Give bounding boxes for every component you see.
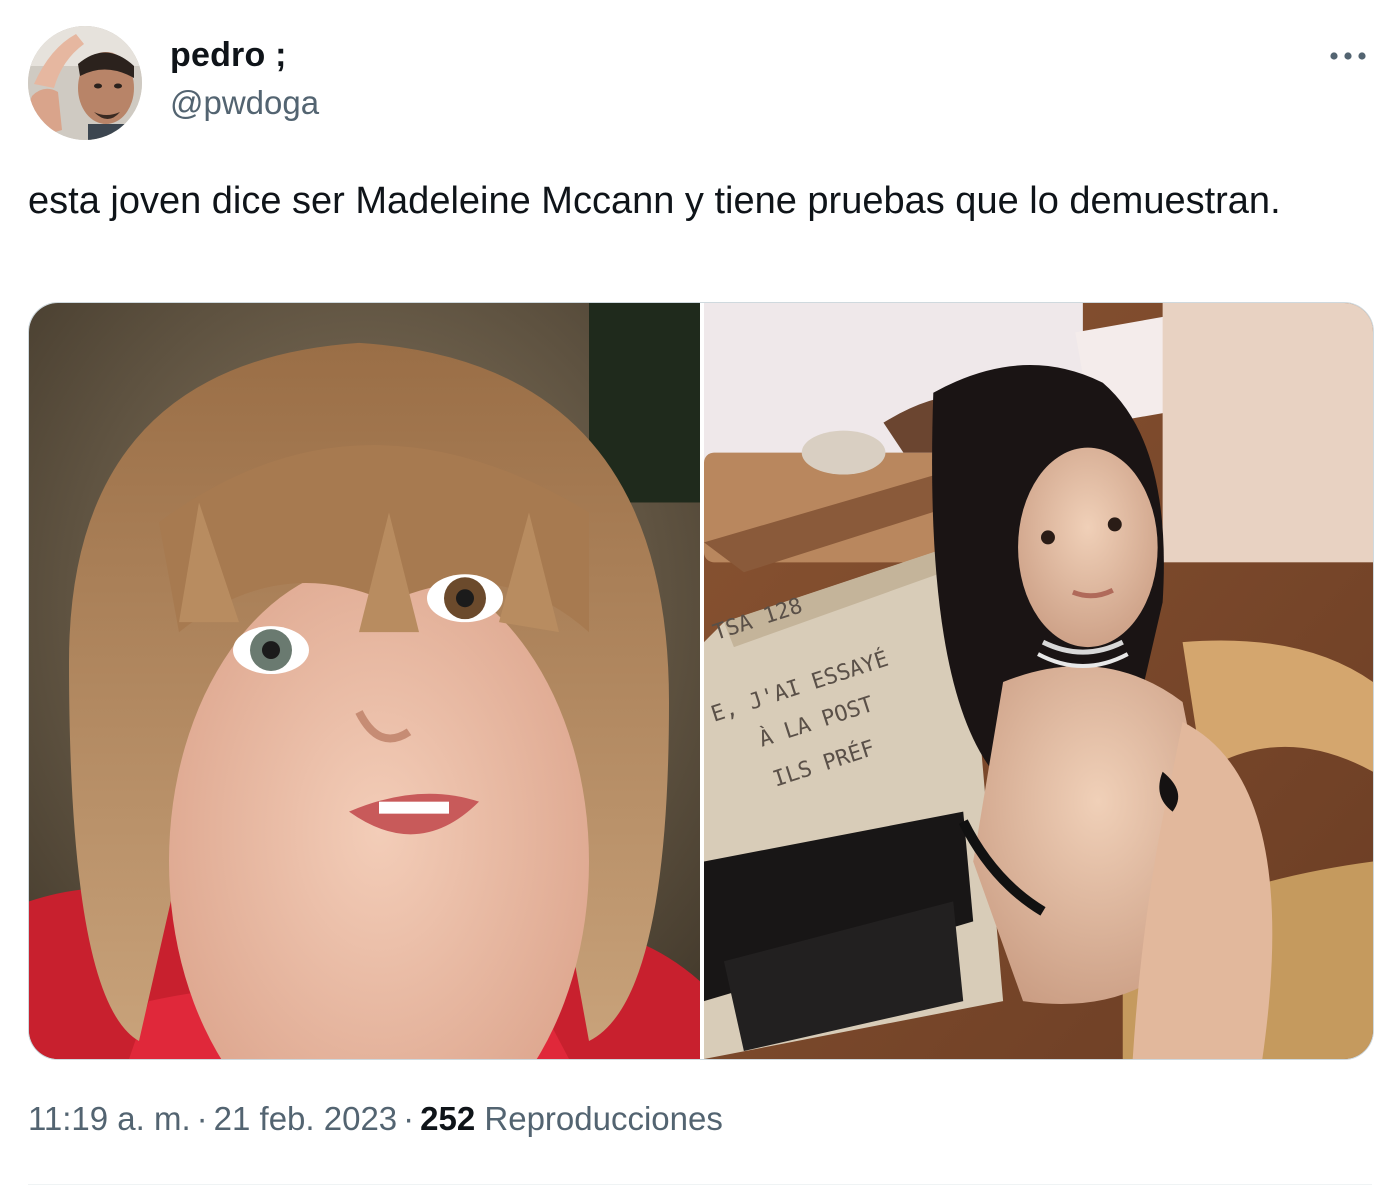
meta-separator: · <box>196 1100 208 1137</box>
tweet-time: 11:19 a. m. <box>28 1100 191 1137</box>
media-grid: TSA 128 E, J'AI ESSAYÉ À LA POST ILS PRÉ… <box>28 302 1374 1060</box>
media-photo-1[interactable] <box>29 303 700 1059</box>
author-display-name[interactable]: pedro ; <box>170 36 287 75</box>
views-count: 252 <box>420 1100 476 1137</box>
meta-separator: · <box>403 1100 415 1137</box>
media-photo-2[interactable]: TSA 128 E, J'AI ESSAYÉ À LA POST ILS PRÉ… <box>704 303 1373 1059</box>
more-options-button[interactable] <box>1324 36 1372 76</box>
tweet-text: esta joven dice ser Madeleine Mccann y t… <box>28 180 1281 222</box>
more-horizontal-icon <box>1330 52 1366 60</box>
tweet-date: 21 feb. 2023 <box>213 1100 398 1137</box>
author-avatar[interactable] <box>28 26 142 140</box>
tweet-meta: 11:19 a. m. · 21 feb. 2023 · 252 Reproduccio… <box>28 1100 723 1138</box>
tweet-time-link[interactable]: 11:19 a. m. · 21 feb. 2023 <box>28 1100 397 1137</box>
views-label: Reproducciones <box>484 1100 723 1137</box>
divider <box>28 1184 1372 1185</box>
author-handle[interactable]: @pwdoga <box>170 84 319 122</box>
avatar-image <box>28 26 142 140</box>
tweet: pedro ; @pwdoga esta joven dice ser Made… <box>0 0 1400 1199</box>
woman-selfie-image: TSA 128 E, J'AI ESSAYÉ À LA POST ILS PRÉ… <box>704 303 1373 1059</box>
child-portrait-image <box>29 303 700 1059</box>
